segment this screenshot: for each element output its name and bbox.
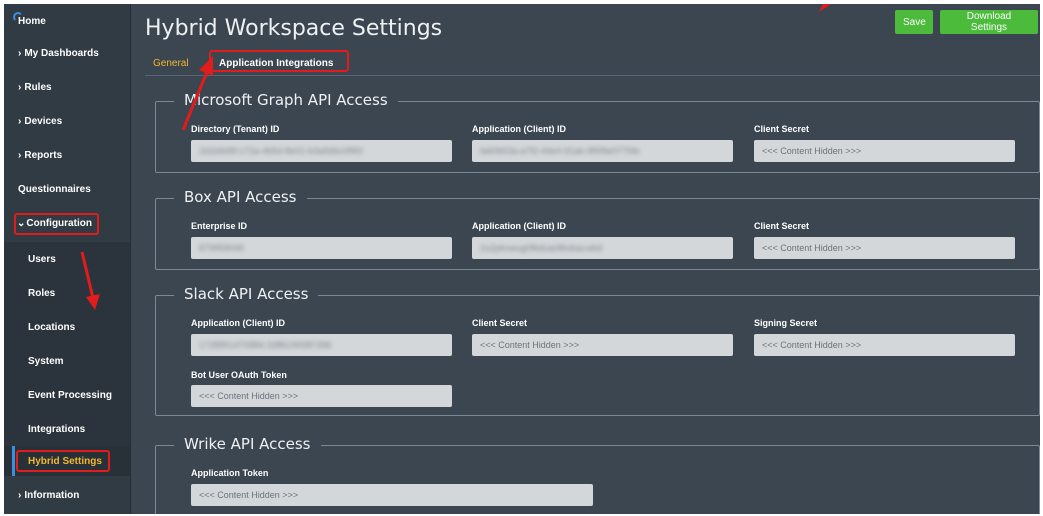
sidebar-item-label: Locations [28, 321, 76, 333]
tab-general[interactable]: General [145, 52, 197, 74]
directory-tenant-id-field[interactable]: 2d1b6d9f-c72a-4b5d-8e01-b3a9d6c0f9f3 [191, 140, 452, 162]
field-label: Client Secret [754, 124, 810, 134]
sidebar-item-my-dashboards[interactable]: › My Dashboards [4, 38, 130, 68]
sidebar-item-integrations[interactable]: Integrations [4, 412, 130, 446]
sidebar-item-information[interactable]: › Information [4, 480, 130, 510]
client-secret-field[interactable]: <<< Content Hidden >>> [754, 140, 1015, 162]
field-label: Application (Client) ID [472, 124, 566, 134]
field-label: Bot User OAuth Token [191, 370, 287, 380]
field-label: Directory (Tenant) ID [191, 124, 280, 134]
active-indicator [12, 446, 15, 476]
sidebar-item-label: Information [24, 489, 80, 501]
sidebar-item-label: Configuration [26, 217, 92, 229]
sidebar-item-rules[interactable]: › Rules [4, 72, 130, 102]
sidebar-item-label: Rules [24, 81, 52, 93]
tab-application-integrations[interactable]: Application Integrations [211, 52, 341, 74]
sidebar-item-users[interactable]: Users [4, 242, 130, 276]
section-title: Box API Access [174, 188, 307, 206]
sidebar-item-label: Hybrid Settings [28, 455, 102, 467]
application-client-id-field[interactable]: 2u2pknwug0fkdcas9bxkacukid [472, 237, 733, 259]
sidebar: Home › My Dashboards › Rules › Devices ›… [4, 4, 131, 514]
sidebar-item-label: Home [18, 15, 46, 27]
section-title: Microsoft Graph API Access [174, 91, 398, 109]
main-content: Hybrid Workspace Settings Save Download … [131, 4, 1040, 514]
chevron-down-icon: ⌄ [17, 217, 26, 229]
chevron-right-icon: › [18, 489, 22, 501]
sidebar-item-label: Reports [24, 149, 63, 161]
microsoft-graph-section: Microsoft Graph API Access Directory (Te… [155, 91, 1040, 173]
annotation-arrow-icon [819, 4, 831, 12]
application-client-id-field[interactable]: fa60b53a-a7f2-44e4-91ab-9f5f9e077f4b [472, 140, 733, 162]
section-title: Slack API Access [174, 285, 319, 303]
field-label: Client Secret [754, 221, 810, 231]
sidebar-item-label: Users [28, 253, 56, 265]
application-token-field[interactable]: <<< Content Hidden >>> [191, 484, 593, 506]
sidebar-item-system[interactable]: System [4, 344, 130, 378]
signing-secret-field[interactable]: <<< Content Hidden >>> [754, 334, 1015, 356]
tab-divider [145, 75, 1040, 76]
sidebar-item-configuration[interactable]: ⌄ Configuration [4, 208, 130, 238]
sidebar-item-reports[interactable]: › Reports [4, 140, 130, 170]
enterprise-id-field[interactable]: 879959049 [191, 237, 452, 259]
bot-user-oauth-token-field[interactable]: <<< Content Hidden >>> [191, 385, 452, 407]
sidebar-item-home[interactable]: Home [4, 6, 130, 36]
sidebar-item-label: Devices [24, 115, 63, 127]
sidebar-item-questionnaires[interactable]: Questionnaires [4, 174, 130, 204]
sidebar-item-label: Integrations [28, 423, 86, 435]
sidebar-item-label: Roles [28, 287, 56, 299]
sidebar-item-event-processing[interactable]: Event Processing [4, 378, 130, 412]
chevron-right-icon: › [18, 149, 22, 161]
sidebar-item-label: System [28, 355, 64, 367]
client-secret-field[interactable]: <<< Content Hidden >>> [754, 237, 1015, 259]
field-label: Application (Client) ID [472, 221, 566, 231]
client-secret-field[interactable]: <<< Content Hidden >>> [472, 334, 733, 356]
field-label: Application Token [191, 468, 269, 478]
app-window: Home › My Dashboards › Rules › Devices ›… [4, 4, 1040, 514]
field-label: Signing Secret [754, 318, 818, 328]
slack-api-section: Slack API Access Application (Client) ID… [155, 285, 1040, 416]
chevron-right-icon: › [18, 115, 22, 127]
sidebar-item-devices[interactable]: › Devices [4, 106, 130, 136]
sidebar-item-roles[interactable]: Roles [4, 276, 130, 310]
wrike-api-section: Wrike API Access Application Token <<< C… [155, 435, 1040, 514]
sidebar-item-label: My Dashboards [24, 47, 99, 59]
application-client-id-field[interactable]: 1728951470884.3386190087396 [191, 334, 452, 356]
sidebar-item-hybrid-settings[interactable]: Hybrid Settings [4, 446, 130, 476]
section-title: Wrike API Access [174, 435, 321, 453]
sidebar-item-label: Event Processing [28, 389, 112, 401]
page-title: Hybrid Workspace Settings [145, 16, 443, 41]
field-label: Enterprise ID [191, 221, 248, 231]
chevron-right-icon: › [18, 47, 22, 59]
save-button[interactable]: Save [895, 10, 933, 34]
download-settings-button[interactable]: Download Settings [940, 10, 1038, 34]
field-label: Client Secret [472, 318, 528, 328]
chevron-right-icon: › [18, 81, 22, 93]
sidebar-item-label: Questionnaires [18, 183, 91, 195]
field-label: Application (Client) ID [191, 318, 285, 328]
sidebar-item-locations[interactable]: Locations [4, 310, 130, 344]
box-api-section: Box API Access Enterprise ID 879959049 A… [155, 188, 1040, 270]
